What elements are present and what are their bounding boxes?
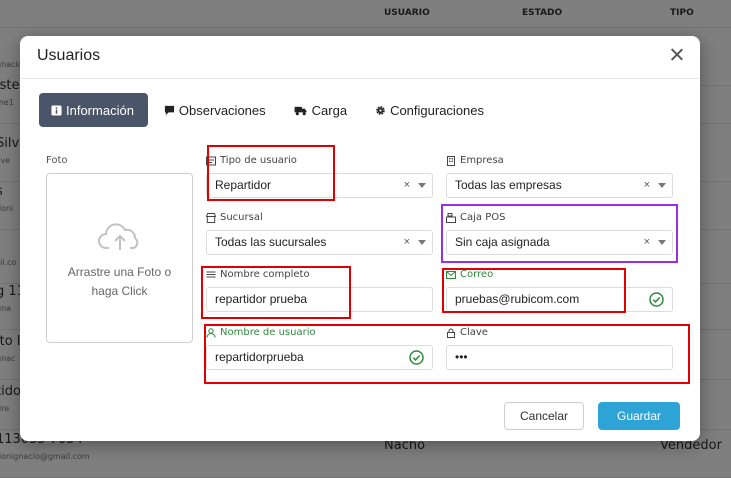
sucursal-label: Sucursal bbox=[206, 212, 263, 223]
modal-title: Usuarios bbox=[37, 47, 101, 64]
clear-icon[interactable]: × bbox=[644, 174, 650, 197]
tab-label: Carga bbox=[311, 102, 348, 118]
clear-icon[interactable]: × bbox=[404, 231, 410, 254]
highlight-usuario-clave bbox=[204, 324, 690, 384]
users-modal: Usuarios Información Observaciones Carga… bbox=[20, 36, 700, 441]
tab-label: Información bbox=[66, 102, 134, 118]
photo-dropzone[interactable]: Arrastre una Foto o haga Click bbox=[46, 173, 193, 343]
save-button[interactable]: Guardar bbox=[598, 402, 680, 430]
tab-label: Configuraciones bbox=[390, 102, 485, 118]
dropzone-text: Arrastre una Foto o haga Click bbox=[67, 265, 172, 298]
tab-configuraciones[interactable]: Configuraciones bbox=[363, 93, 496, 127]
gear-icon bbox=[376, 105, 385, 115]
highlight-tipo-usuario bbox=[207, 145, 335, 201]
chevron-down-icon[interactable] bbox=[658, 183, 666, 188]
comment-icon bbox=[164, 105, 175, 115]
tab-carga[interactable]: Carga bbox=[282, 93, 359, 127]
foto-label: Foto bbox=[46, 155, 68, 166]
tab-observaciones[interactable]: Observaciones bbox=[152, 93, 278, 127]
cloud-upload-icon bbox=[98, 223, 139, 250]
empresa-select[interactable]: Todas las empresas × bbox=[446, 173, 673, 198]
tab-informacion[interactable]: Información bbox=[39, 93, 148, 127]
highlight-correo bbox=[442, 268, 626, 313]
header-divider bbox=[20, 78, 700, 79]
chevron-down-icon[interactable] bbox=[418, 183, 426, 188]
tab-label: Observaciones bbox=[178, 102, 266, 118]
building-icon bbox=[447, 155, 455, 166]
sucursal-select[interactable]: Todas las sucursales × bbox=[206, 230, 433, 255]
tab-bar: Información Observaciones Carga Configur… bbox=[39, 93, 500, 127]
truck-icon bbox=[294, 106, 307, 115]
info-icon bbox=[51, 104, 62, 116]
cancel-button[interactable]: Cancelar bbox=[504, 402, 584, 430]
check-circle-icon bbox=[649, 292, 664, 307]
clear-icon[interactable]: × bbox=[404, 174, 410, 197]
close-icon[interactable] bbox=[668, 46, 686, 64]
highlight-caja-pos bbox=[441, 204, 678, 263]
empresa-label: Empresa bbox=[446, 155, 504, 166]
highlight-nombre-completo bbox=[201, 266, 351, 319]
store-icon bbox=[206, 212, 216, 223]
chevron-down-icon[interactable] bbox=[418, 240, 426, 245]
